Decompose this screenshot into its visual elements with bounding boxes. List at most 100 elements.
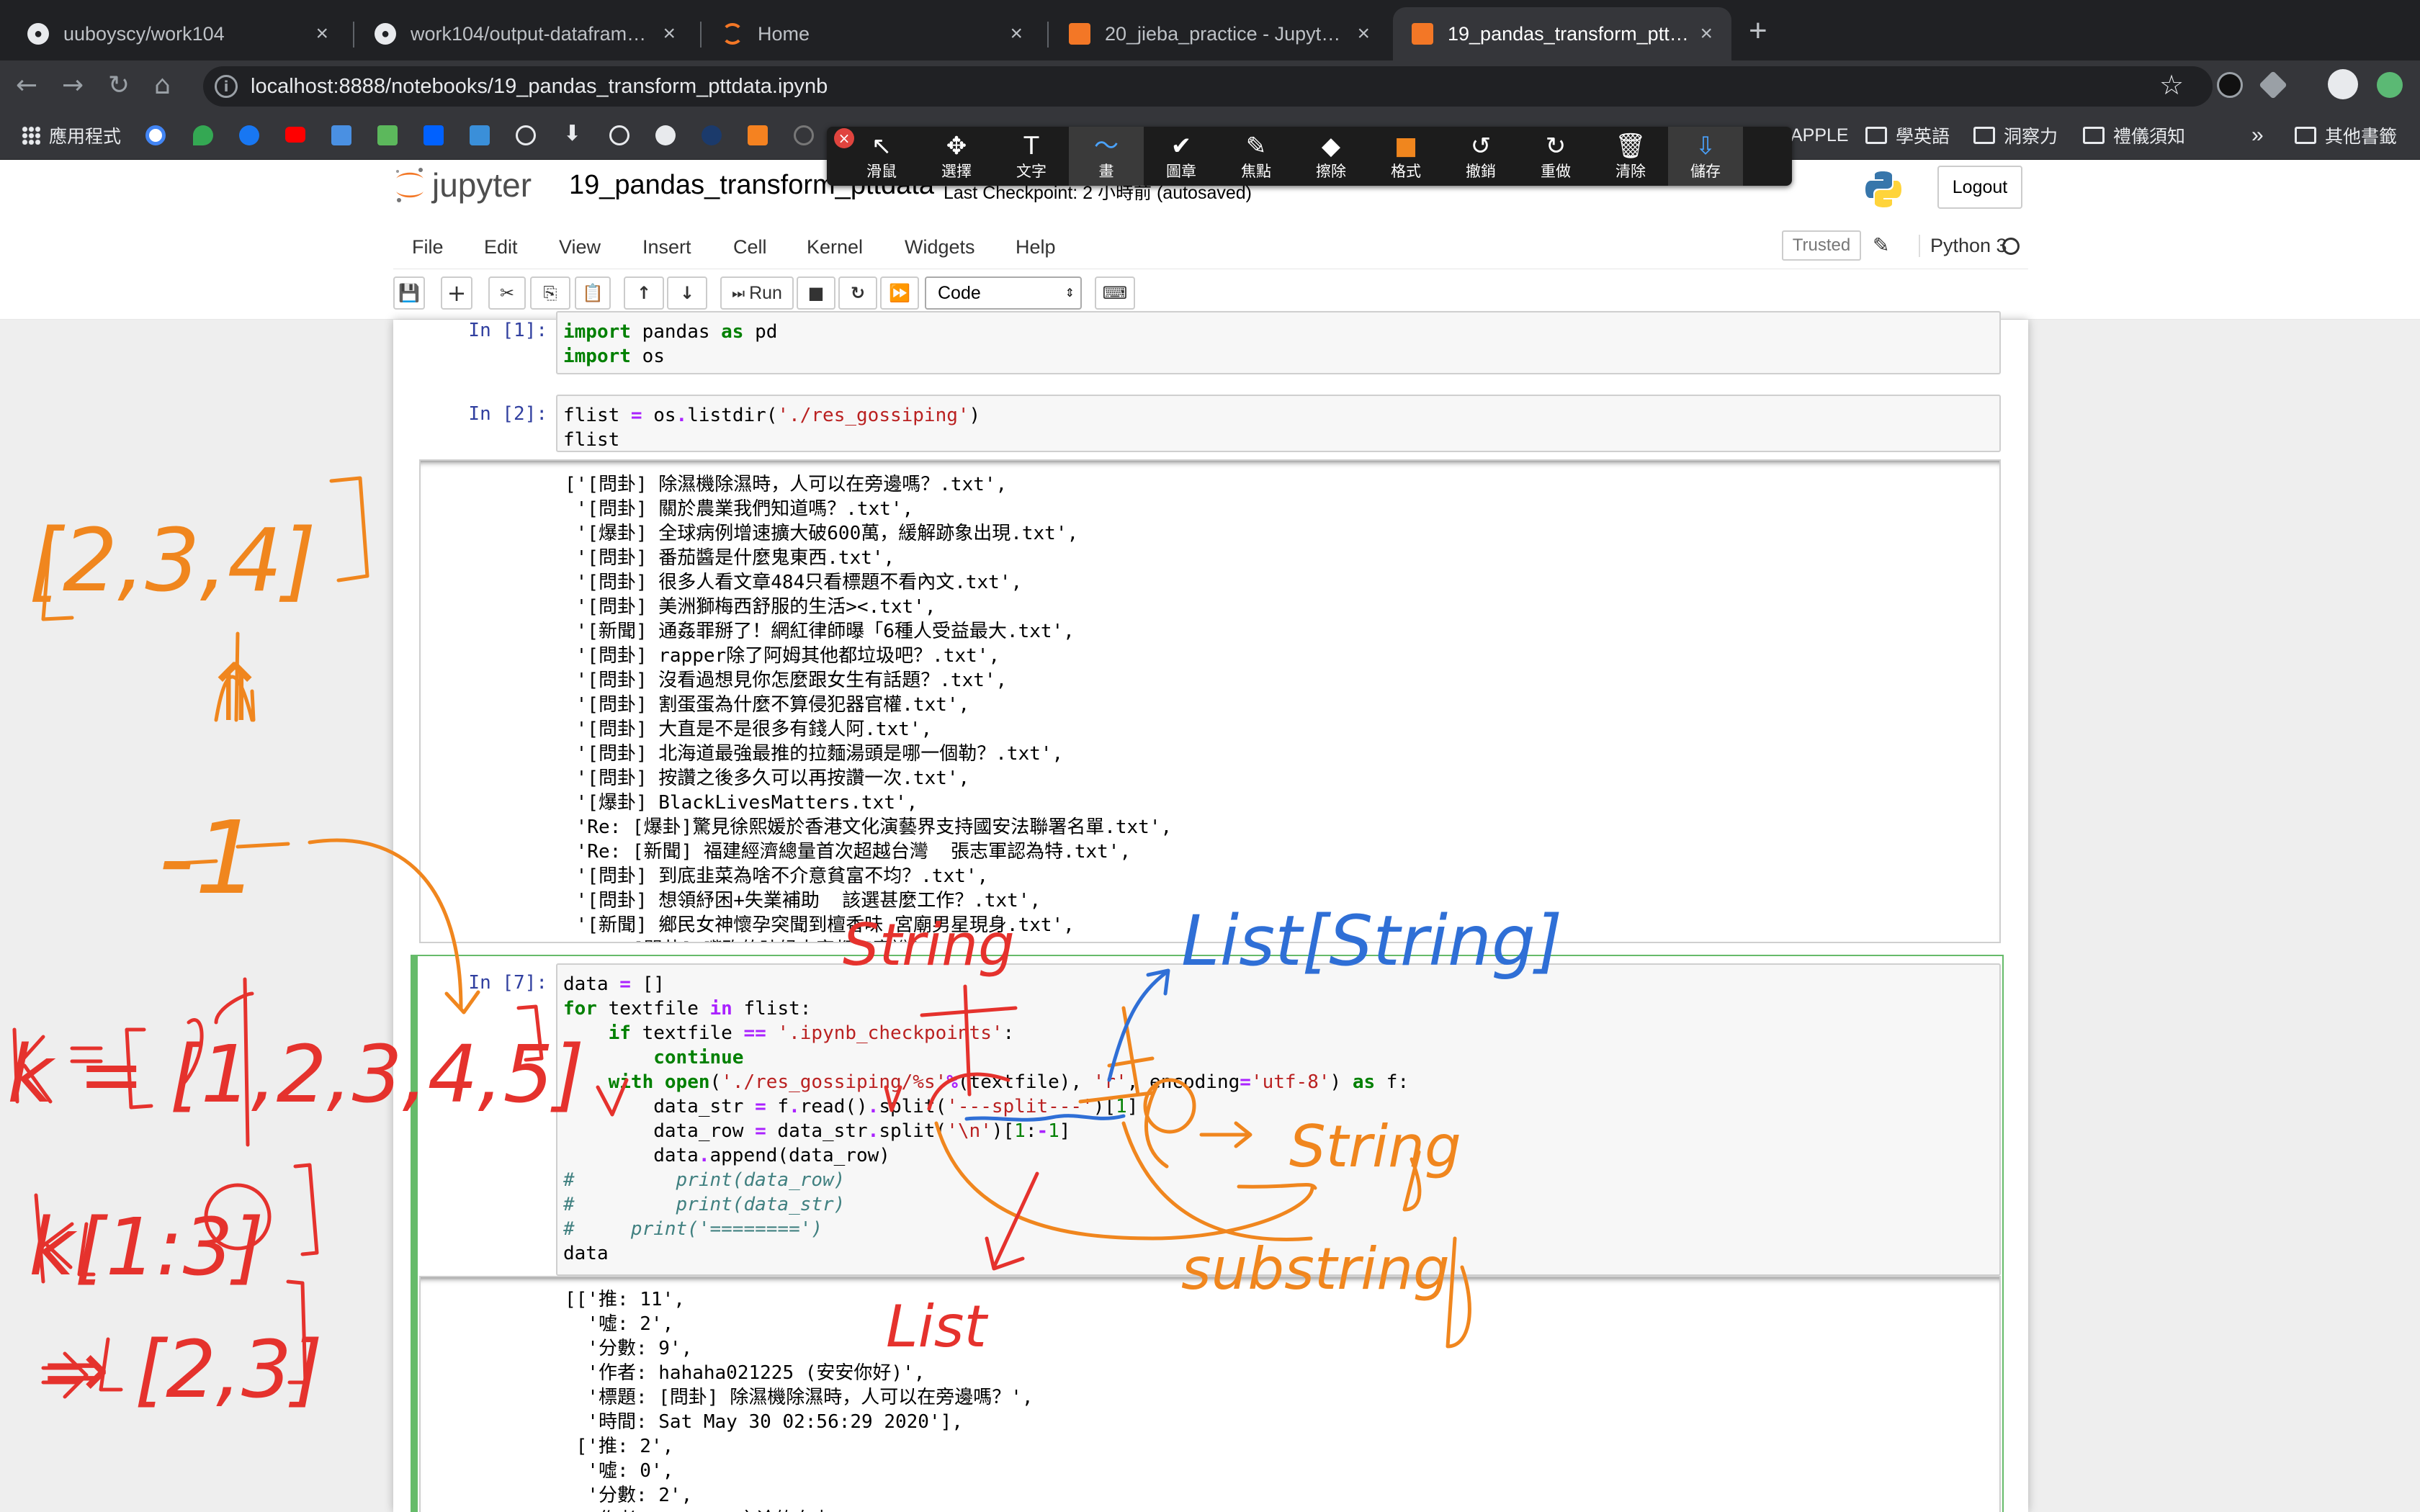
interrupt-button[interactable]: ■ <box>797 276 835 310</box>
globe-icon[interactable] <box>516 125 536 145</box>
github-icon[interactable] <box>655 125 676 145</box>
annotation-tool-undo[interactable]: ↺ 撤銷 <box>1443 127 1518 186</box>
trusted-badge[interactable]: Trusted <box>1782 230 1861 261</box>
annotation-tool-label: 儲存 <box>1690 163 1721 180</box>
restart-run-all-button[interactable]: ⏩ <box>880 276 919 310</box>
annotation-tool-spotlight[interactable]: ✎ 焦點 <box>1219 127 1294 186</box>
forward-button[interactable]: → <box>62 71 84 100</box>
code-cell-3[interactable]: data = [] for textfile in flist: if text… <box>556 963 2001 1276</box>
code-cell-2[interactable]: flist = os.listdir('./res_gossiping') fl… <box>556 395 2001 452</box>
restart-button[interactable]: ↻ <box>838 276 877 310</box>
bookmark-apps[interactable]: 應用程式 <box>22 120 121 151</box>
menu-insert[interactable]: Insert <box>642 236 691 258</box>
output-line: ['[問卦] 除濕機除濕時，人可以在旁邊嗎？.txt', <box>565 474 1008 495</box>
python-logo-icon <box>1865 171 1901 207</box>
edit-pencil-icon[interactable]: ✎ <box>1873 233 1889 257</box>
cut-button[interactable]: ✂ <box>488 276 526 310</box>
annotation-tool-redo[interactable]: ↻ 重做 <box>1518 127 1593 186</box>
annotation-tool-cursor[interactable]: ↖ 滑鼠 <box>844 127 919 186</box>
reload-button[interactable]: ↻ <box>108 71 130 100</box>
maps-icon[interactable] <box>193 125 213 145</box>
close-icon[interactable]: × <box>663 22 676 46</box>
download-icon[interactable]: ⬇ <box>563 121 581 146</box>
annotation-tool-trash[interactable]: 🗑 清除 <box>1593 127 1668 186</box>
output-line: ['推: 2', <box>565 1436 674 1457</box>
annotation-tool-stamp[interactable]: ✔ 圖章 <box>1144 127 1219 186</box>
browser-tab-jieba[interactable]: 20_jieba_practice - Jupyter Notebook × <box>1050 7 1389 60</box>
run-button[interactable]: ⏭ Run <box>720 276 794 310</box>
back-button[interactable]: ← <box>16 71 37 100</box>
close-icon[interactable]: × <box>1010 22 1023 46</box>
settings-icon[interactable] <box>794 125 814 145</box>
plus-icon: + <box>447 279 467 307</box>
save-button[interactable]: 💾 <box>393 276 425 310</box>
annotation-tool-format[interactable]: ■ 格式 <box>1368 127 1443 186</box>
extension-icon[interactable] <box>2217 72 2243 98</box>
bookmark-folder-etiquette[interactable]: 禮儀須知 <box>2083 120 2185 151</box>
info-icon[interactable]: i <box>215 75 238 98</box>
output-line: 'Re: [新聞] 福建經濟總量首次超越台灣 張志軍認為特.txt', <box>565 841 1131 863</box>
address-bar[interactable]: localhost:8888/notebooks/19_pandas_trans… <box>203 66 2213 107</box>
new-tab-button[interactable]: + <box>1749 13 1767 49</box>
update-icon[interactable] <box>2377 72 2403 98</box>
menu-view[interactable]: View <box>559 236 601 258</box>
menu-help[interactable]: Help <box>1016 236 1056 258</box>
bookmark-star-icon[interactable]: ☆ <box>2159 69 2184 101</box>
youtube-icon[interactable] <box>285 127 305 143</box>
annotation-tool-eraser[interactable]: ◆ 擦除 <box>1294 127 1368 186</box>
restart-icon: ↻ <box>850 283 866 303</box>
home-button[interactable]: ⌂ <box>154 71 171 100</box>
bookmark-site-icon[interactable] <box>702 125 722 145</box>
facebook-icon[interactable] <box>239 125 259 145</box>
jupyter-logo[interactable]: jupyter <box>393 166 532 204</box>
browser-tab-home[interactable]: Home × <box>703 7 1041 60</box>
code-cell-1[interactable]: import pandas as pd import os <box>556 311 2001 374</box>
output-line: '[問卦] 按讚之後多久可以再按讚一次.txt', <box>565 768 970 789</box>
tab-title: Home <box>758 22 810 45</box>
command-palette-button[interactable]: ⌨ <box>1095 276 1135 310</box>
annotation-tool-pen[interactable]: 〜畫 <box>1069 127 1144 186</box>
annotation-tool-save[interactable]: ⇩ 儲存 <box>1668 127 1743 186</box>
bookmark-site-icon[interactable] <box>748 125 768 145</box>
bookmark-site-icon[interactable] <box>331 125 351 145</box>
browser-tab-pttdata[interactable]: 19_pandas_transform_pttdata - Jupyter No… <box>1393 7 1731 60</box>
output-line: '[問卦] 想領紓困+失業補助 該選甚麼工作？.txt', <box>565 890 1041 912</box>
close-icon[interactable]: × <box>1357 22 1370 46</box>
bookmark-apple[interactable]: APPLE <box>1791 120 1849 151</box>
menu-widgets[interactable]: Widgets <box>905 236 975 258</box>
bookmark-site-icon[interactable] <box>470 125 490 145</box>
copy-button[interactable]: ⎘ <box>530 276 570 310</box>
text-icon: T <box>1023 132 1039 161</box>
menu-edit[interactable]: Edit <box>484 236 518 258</box>
bookmark-folder-insight[interactable]: 洞察力 <box>1973 120 2058 151</box>
output-area-2[interactable]: ['[問卦] 除濕機除濕時，人可以在旁邊嗎？.txt', '[問卦] 關於農業我… <box>419 459 2001 943</box>
close-icon[interactable]: × <box>1700 22 1713 46</box>
menu-cell[interactable]: Cell <box>733 236 767 258</box>
menu-file[interactable]: File <box>412 236 444 258</box>
mail-icon[interactable] <box>377 125 398 145</box>
dropbox-icon[interactable] <box>424 125 444 145</box>
paste-button[interactable]: 📋 <box>575 276 611 310</box>
annotation-tool-label: 重做 <box>1541 163 1571 180</box>
bookmarks-overflow-button[interactable]: » <box>2251 120 2264 151</box>
bookmark-folder-english[interactable]: 學英語 <box>1865 120 1950 151</box>
bookmark-other[interactable]: 其他書籤 <box>2295 120 2397 151</box>
cell-type-select[interactable]: Code ⇕ <box>925 276 1082 310</box>
browser-tab-github-output[interactable]: ● work104/output-dataframe.png × <box>356 7 694 60</box>
insert-cell-button[interactable]: + <box>441 276 472 310</box>
menu-kernel[interactable]: Kernel <box>807 236 863 258</box>
move-up-button[interactable]: ↑ <box>624 276 664 310</box>
annotation-tool-move[interactable]: ✥ 選擇 <box>919 127 994 186</box>
cell-input-prompt: In [7]: <box>468 972 547 994</box>
globe-icon[interactable] <box>609 125 629 145</box>
logout-button[interactable]: Logout <box>1937 166 2022 209</box>
output-line: '[問卦] 沒看過想見你怎麼跟女生有話題？.txt', <box>565 670 1008 691</box>
annotation-tool-label: 擦除 <box>1316 163 1346 180</box>
annotation-tool-text[interactable]: T 文字 <box>994 127 1069 186</box>
google-icon[interactable] <box>145 125 166 145</box>
browser-tab-github-work104[interactable]: ● uuboyscy/work104 × <box>9 7 347 60</box>
output-area-7[interactable]: [['推: 11', '噓: 2', '分數: 9', '作者: hahaha0… <box>419 1276 2001 1512</box>
avatar[interactable] <box>2328 69 2358 99</box>
move-down-button[interactable]: ↓ <box>667 276 707 310</box>
close-icon[interactable]: × <box>315 22 328 46</box>
